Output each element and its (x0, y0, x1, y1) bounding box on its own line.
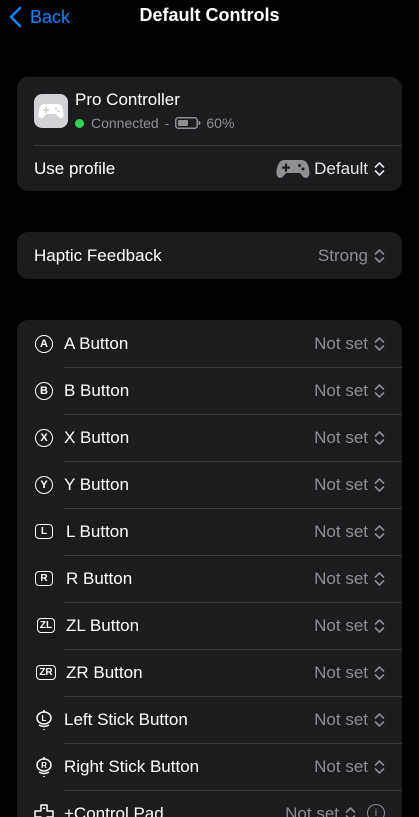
mapping-picker[interactable]: Not set (314, 602, 385, 649)
button-label: ZL Button (66, 615, 140, 635)
gamepad-icon (38, 104, 64, 119)
zr-button-icon: ZR (34, 663, 58, 683)
dpad-icon (34, 803, 54, 817)
button-label: +Control Pad (64, 803, 164, 817)
b-button-icon: B (34, 381, 54, 401)
button-row-zl[interactable]: ZL ZL Button Not set (17, 602, 402, 649)
r-button-icon: R (34, 569, 54, 589)
mapping-picker[interactable]: Not set (314, 367, 385, 414)
button-row-r[interactable]: R R Button Not set (17, 555, 402, 602)
profile-picker[interactable]: Default (276, 145, 385, 191)
mapping-value: Not set (314, 615, 368, 635)
battery-icon (175, 117, 201, 129)
haptics-card: Haptic Feedback Strong (17, 232, 402, 279)
x-button-icon: X (34, 428, 54, 448)
mapping-value: Not set (314, 521, 368, 541)
up-down-chevron-icon (374, 430, 385, 445)
button-label: A Button (64, 333, 129, 353)
page-title: Default Controls (139, 5, 280, 25)
button-label: Right Stick Button (64, 756, 200, 776)
use-profile-row[interactable]: Use profile Default (17, 145, 402, 191)
stick-icon: L (36, 709, 52, 730)
button-row-b[interactable]: B B Button Not set (17, 367, 402, 414)
stick-icon: R (36, 756, 52, 777)
mapping-picker[interactable]: Not set (314, 508, 385, 555)
mapping-value: Not set (314, 756, 368, 776)
control-pad-icon (34, 803, 54, 817)
mapping-value: Not set (314, 709, 368, 729)
mapping-picker[interactable]: Not set (314, 320, 385, 367)
button-row-right-stick[interactable]: R Right Stick Button Not set (17, 743, 402, 790)
button-row-x[interactable]: X X Button Not set (17, 414, 402, 461)
up-down-chevron-icon (374, 665, 385, 680)
right-stick-icon: R (34, 756, 54, 777)
up-down-chevron-icon (374, 336, 385, 351)
up-down-chevron-icon (374, 477, 385, 492)
info-icon[interactable]: i (367, 804, 385, 817)
up-down-chevron-icon (374, 571, 385, 586)
device-card: Pro Controller Connected - 60% Use profi… (17, 77, 402, 191)
status-separator: - (164, 115, 170, 131)
up-down-chevron-icon (374, 618, 385, 633)
up-down-chevron-icon (374, 759, 385, 774)
mapping-value: Not set (314, 380, 368, 400)
up-down-chevron-icon (374, 248, 385, 263)
button-row-control-pad[interactable]: +Control Pad Not set i (17, 790, 402, 817)
mapping-picker[interactable]: Not set (314, 696, 385, 743)
mapping-value: Not set (314, 427, 368, 447)
device-header: Pro Controller Connected - 60% (17, 77, 402, 145)
connection-status: Connected (91, 115, 159, 131)
mapping-picker[interactable]: Not set (314, 414, 385, 461)
a-button-icon: A (34, 334, 54, 354)
mapping-value: Not set (314, 568, 368, 588)
button-label: Y Button (64, 474, 129, 494)
button-row-l[interactable]: L L Button Not set (17, 508, 402, 555)
gamepad-icon (276, 159, 310, 178)
profile-value: Default (314, 158, 368, 178)
button-row-y[interactable]: Y Y Button Not set (17, 461, 402, 508)
button-row-zr[interactable]: ZR ZR Button Not set (17, 649, 402, 696)
mapping-value: Not set (314, 333, 368, 353)
navigation-bar: Back Default Controls (0, 0, 419, 40)
button-label: L Button (66, 521, 129, 541)
button-label: B Button (64, 380, 130, 400)
haptic-feedback-value: Strong (317, 245, 368, 265)
use-profile-label: Use profile (34, 158, 116, 178)
haptic-feedback-label: Haptic Feedback (34, 245, 162, 265)
up-down-chevron-icon (374, 712, 385, 727)
button-label: ZR Button (66, 662, 143, 682)
mapping-value: Not set (285, 803, 339, 817)
svg-text:L: L (42, 714, 47, 723)
up-down-chevron-icon (374, 524, 385, 539)
button-row-left-stick[interactable]: L Left Stick Button Not set (17, 696, 402, 743)
haptic-feedback-row[interactable]: Haptic Feedback Strong (17, 232, 402, 279)
button-label: R Button (66, 568, 133, 588)
mapping-picker[interactable]: Not set (285, 790, 356, 817)
mapping-picker[interactable]: Not set (314, 461, 385, 508)
device-name: Pro Controller (75, 90, 180, 109)
mapping-value: Not set (314, 474, 368, 494)
zl-button-icon: ZL (34, 616, 58, 636)
haptic-feedback-picker[interactable]: Strong (318, 232, 385, 279)
button-label: X Button (64, 427, 130, 447)
l-button-icon: L (34, 522, 54, 542)
left-stick-icon: L (34, 709, 54, 730)
button-label: Left Stick Button (64, 709, 188, 729)
up-down-chevron-icon (345, 806, 356, 817)
connected-indicator (75, 118, 84, 128)
up-down-chevron-icon (374, 161, 385, 176)
battery-level: 60% (206, 115, 235, 131)
y-button-icon: Y (34, 475, 54, 495)
svg-text:R: R (41, 761, 47, 770)
mapping-picker[interactable]: Not set (314, 649, 385, 696)
button-mapping-card: A A Button Not set B B Button Not set X … (17, 320, 402, 817)
controller-app-icon (34, 94, 68, 128)
button-row-a[interactable]: A A Button Not set (17, 320, 402, 367)
device-status: Connected - 60% (75, 115, 234, 131)
mapping-picker[interactable]: Not set (314, 743, 385, 790)
mapping-value: Not set (314, 662, 368, 682)
up-down-chevron-icon (374, 383, 385, 398)
mapping-picker[interactable]: Not set (314, 555, 385, 602)
